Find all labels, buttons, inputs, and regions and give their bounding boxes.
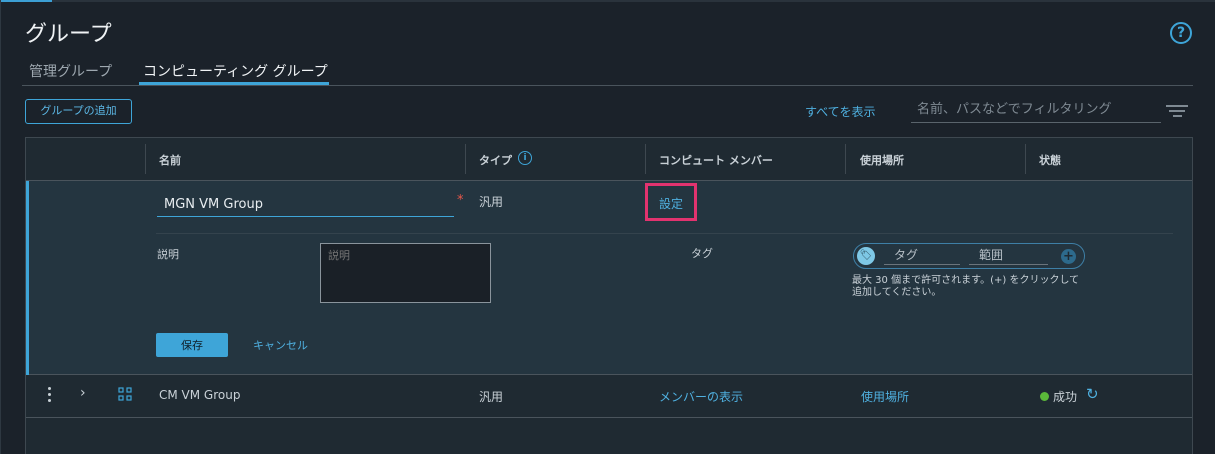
- chevron-right-icon[interactable]: ›: [80, 385, 86, 401]
- refresh-icon[interactable]: ↻: [1086, 385, 1099, 403]
- add-group-button[interactable]: グループの追加: [25, 99, 132, 124]
- filter-icon[interactable]: [1166, 105, 1188, 120]
- show-all-link[interactable]: すべてを表示: [805, 103, 875, 120]
- column-separator: [145, 144, 146, 174]
- save-button[interactable]: 保存: [156, 333, 228, 357]
- row-name: CM VM Group: [159, 388, 241, 402]
- column-name[interactable]: 名前: [159, 152, 181, 168]
- row-type: 汎用: [479, 390, 504, 404]
- tab-computing-groups[interactable]: コンピューティング グループ: [143, 61, 328, 81]
- row-status: 成功: [1053, 390, 1078, 404]
- column-separator: [845, 144, 846, 174]
- tab-divider: [22, 85, 1193, 86]
- tag-label: タグ: [691, 247, 713, 260]
- description-textarea[interactable]: [320, 243, 491, 303]
- column-separator: [465, 144, 466, 174]
- where-used-link[interactable]: 使用場所: [861, 388, 909, 405]
- table-header: 名前 タイプ i コンピュート メンバー 使用場所 状態: [26, 138, 1192, 181]
- column-separator: [645, 144, 646, 174]
- tab-management-groups[interactable]: 管理グループ: [29, 61, 112, 81]
- column-where-used[interactable]: 使用場所: [860, 152, 904, 168]
- edit-row-indicator: [26, 181, 29, 375]
- tag-input-group: 🏷 +: [853, 243, 1085, 269]
- column-compute-members[interactable]: コンピュート メンバー: [659, 152, 773, 168]
- group-icon: [118, 387, 132, 401]
- column-separator: [1025, 144, 1026, 174]
- active-tab-indicator: [139, 82, 329, 85]
- required-mark: *: [457, 193, 464, 208]
- members-settings-link[interactable]: 設定: [659, 195, 683, 212]
- edit-row: * 汎用 設定 説明 タグ 🏷 + 最大 30 個まで許可されます。(+) をク…: [26, 181, 1192, 375]
- scope-input[interactable]: [969, 246, 1048, 265]
- page-title: グループ: [25, 22, 112, 47]
- success-status-icon: [1040, 392, 1049, 401]
- help-icon[interactable]: ?: [1170, 22, 1192, 44]
- divider: [156, 233, 1173, 234]
- top-accent: [0, 0, 52, 2]
- tag-hint: 最大 30 個まで許可されます。(+) をクリックして追加してください。: [852, 275, 1080, 298]
- description-label: 説明: [157, 248, 179, 261]
- type-value: 汎用: [479, 195, 504, 209]
- filter-input[interactable]: [911, 96, 1161, 123]
- more-options-icon[interactable]: [48, 387, 52, 405]
- column-status[interactable]: 状態: [1039, 152, 1061, 168]
- column-type[interactable]: タイプ: [479, 152, 512, 168]
- groups-table: 名前 タイプ i コンピュート メンバー 使用場所 状態 * 汎用 設定 説明 …: [25, 137, 1193, 454]
- tag-input[interactable]: [884, 246, 960, 265]
- group-name-input[interactable]: [157, 193, 454, 217]
- info-icon[interactable]: i: [518, 151, 532, 165]
- tag-icon: 🏷: [857, 247, 875, 265]
- view-members-link[interactable]: メンバーの表示: [659, 388, 743, 405]
- cancel-button[interactable]: キャンセル: [253, 337, 308, 353]
- add-tag-icon[interactable]: +: [1061, 249, 1076, 264]
- top-bar: [0, 0, 1215, 2]
- table-row: › CM VM Group 汎用 メンバーの表示 使用場所 成功 ↻: [26, 375, 1192, 418]
